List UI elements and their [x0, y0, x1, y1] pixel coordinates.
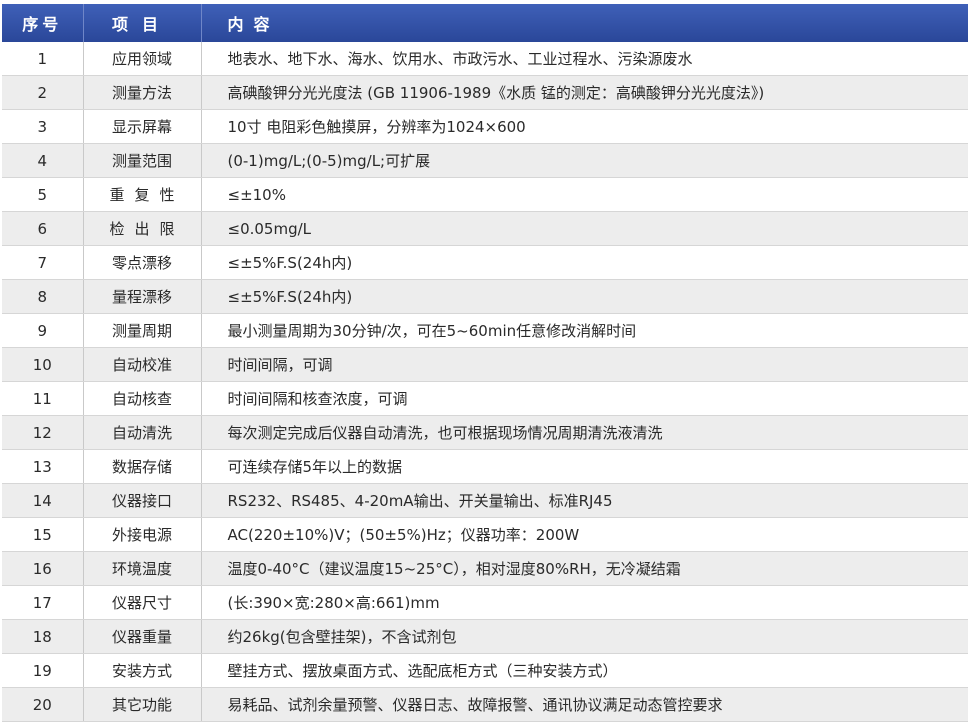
row-item: 环境温度: [83, 551, 202, 586]
row-number: 7: [2, 245, 84, 280]
table-body: 1 应用领域 地表水、地下水、海水、饮用水、市政污水、工业过程水、污染源废水 2 测量方…: [2, 42, 968, 722]
table-row: 6 检出限 ≤0.05mg/L: [2, 211, 968, 246]
row-item: 重复性: [83, 177, 202, 212]
table-row: 2 测量方法 高碘酸钾分光光度法 (GB 11906-1989《水质 锰的测定：高碘…: [2, 75, 968, 110]
row-number: 3: [2, 109, 84, 144]
row-content: 易耗品、试剂余量预警、仪器日志、故障报警、通讯协议满足动态管控要求: [201, 687, 968, 722]
header-item: 项目: [83, 4, 202, 42]
row-number: 14: [2, 483, 84, 518]
row-item: 仪器接口: [83, 483, 202, 518]
row-item: 测量范围: [83, 143, 202, 178]
row-item: 自动清洗: [83, 415, 202, 450]
row-number: 8: [2, 279, 84, 314]
row-content: AC(220±10%)V；(50±5%)Hz；仪器功率：200W: [201, 517, 968, 552]
row-item: 应用领域: [83, 42, 202, 76]
header-content: 内容: [201, 4, 968, 42]
table-row: 7 零点漂移 ≤±5%F.S(24h内): [2, 245, 968, 280]
table-header: 序号 项目 内容: [2, 4, 968, 42]
row-item: 量程漂移: [83, 279, 202, 314]
row-number: 6: [2, 211, 84, 246]
row-item: 仪器重量: [83, 619, 202, 654]
row-item: 检出限: [83, 211, 202, 246]
table-row: 4 测量范围 (0-1)mg/L;(0-5)mg/L;可扩展: [2, 143, 968, 178]
row-number: 1: [2, 42, 84, 76]
row-item: 零点漂移: [83, 245, 202, 280]
row-item: 安装方式: [83, 653, 202, 688]
table-row: 20 其它功能 易耗品、试剂余量预警、仪器日志、故障报警、通讯协议满足动态管控要求: [2, 687, 968, 722]
header-no: 序号: [2, 4, 84, 42]
row-number: 2: [2, 75, 84, 110]
table-row: 14 仪器接口 RS232、RS485、4-20mA输出、开关量输出、标准RJ45: [2, 483, 968, 518]
table-row: 12 自动清洗 每次测定完成后仪器自动清洗，也可根据现场情况周期清洗液清洗: [2, 415, 968, 450]
row-number: 9: [2, 313, 84, 348]
table-row: 17 仪器尺寸 (长:390×宽:280×高:661)mm: [2, 585, 968, 620]
row-number: 20: [2, 687, 84, 722]
row-content: 时间间隔，可调: [201, 347, 968, 382]
row-content: 高碘酸钾分光光度法 (GB 11906-1989《水质 锰的测定：高碘酸钾分光光…: [201, 75, 968, 110]
row-content: 可连续存储5年以上的数据: [201, 449, 968, 484]
header-row: 序号 项目 内容: [2, 4, 968, 42]
table-row: 8 量程漂移 ≤±5%F.S(24h内): [2, 279, 968, 314]
row-number: 11: [2, 381, 84, 416]
row-content: ≤±5%F.S(24h内): [201, 279, 968, 314]
row-content: 约26kg(包含壁挂架)，不含试剂包: [201, 619, 968, 654]
table-row: 5 重复性 ≤±10%: [2, 177, 968, 212]
row-number: 15: [2, 517, 84, 552]
row-content: 每次测定完成后仪器自动清洗，也可根据现场情况周期清洗液清洗: [201, 415, 968, 450]
row-content: RS232、RS485、4-20mA输出、开关量输出、标准RJ45: [201, 483, 968, 518]
table-row: 9 测量周期 最小测量周期为30分钟/次，可在5~60min任意修改消解时间: [2, 313, 968, 348]
row-item: 自动校准: [83, 347, 202, 382]
table-row: 18 仪器重量 约26kg(包含壁挂架)，不含试剂包: [2, 619, 968, 654]
row-number: 4: [2, 143, 84, 178]
row-item: 自动核查: [83, 381, 202, 416]
row-number: 17: [2, 585, 84, 620]
row-content: 地表水、地下水、海水、饮用水、市政污水、工业过程水、污染源废水: [201, 42, 968, 76]
table-row: 16 环境温度 温度0-40°C（建议温度15~25°C），相对湿度80%RH，无冷…: [2, 551, 968, 586]
row-item: 测量周期: [83, 313, 202, 348]
row-number: 16: [2, 551, 84, 586]
row-number: 12: [2, 415, 84, 450]
table-row: 3 显示屏幕 10寸 电阻彩色触摸屏，分辨率为1024×600: [2, 109, 968, 144]
row-item: 仪器尺寸: [83, 585, 202, 620]
table-row: 19 安装方式 壁挂方式、摆放桌面方式、选配底柜方式（三种安装方式）: [2, 653, 968, 688]
table-row: 10 自动校准 时间间隔，可调: [2, 347, 968, 382]
spec-table: 序号 项目 内容 1 应用领域 地表水、地下水、海水、饮用水、市政污水、工业过程水、…: [2, 4, 968, 722]
row-number: 13: [2, 449, 84, 484]
row-content: ≤0.05mg/L: [201, 211, 968, 246]
row-content: 10寸 电阻彩色触摸屏，分辨率为1024×600: [201, 109, 968, 144]
table-row: 15 外接电源 AC(220±10%)V；(50±5%)Hz；仪器功率：200W: [2, 517, 968, 552]
row-content: (0-1)mg/L;(0-5)mg/L;可扩展: [201, 143, 968, 178]
row-number: 18: [2, 619, 84, 654]
table-row: 1 应用领域 地表水、地下水、海水、饮用水、市政污水、工业过程水、污染源废水: [2, 42, 968, 76]
row-content: 壁挂方式、摆放桌面方式、选配底柜方式（三种安装方式）: [201, 653, 968, 688]
row-content: (长:390×宽:280×高:661)mm: [201, 585, 968, 620]
row-content: ≤±10%: [201, 177, 968, 212]
row-content: 时间间隔和核查浓度，可调: [201, 381, 968, 416]
row-content: 温度0-40°C（建议温度15~25°C），相对湿度80%RH，无冷凝结霜: [201, 551, 968, 586]
row-item: 外接电源: [83, 517, 202, 552]
row-content: ≤±5%F.S(24h内): [201, 245, 968, 280]
table-row: 11 自动核查 时间间隔和核查浓度，可调: [2, 381, 968, 416]
row-number: 10: [2, 347, 84, 382]
row-item: 其它功能: [83, 687, 202, 722]
row-item: 显示屏幕: [83, 109, 202, 144]
row-number: 19: [2, 653, 84, 688]
row-content: 最小测量周期为30分钟/次，可在5~60min任意修改消解时间: [201, 313, 968, 348]
row-number: 5: [2, 177, 84, 212]
table-row: 13 数据存储 可连续存储5年以上的数据: [2, 449, 968, 484]
row-item: 数据存储: [83, 449, 202, 484]
row-item: 测量方法: [83, 75, 202, 110]
